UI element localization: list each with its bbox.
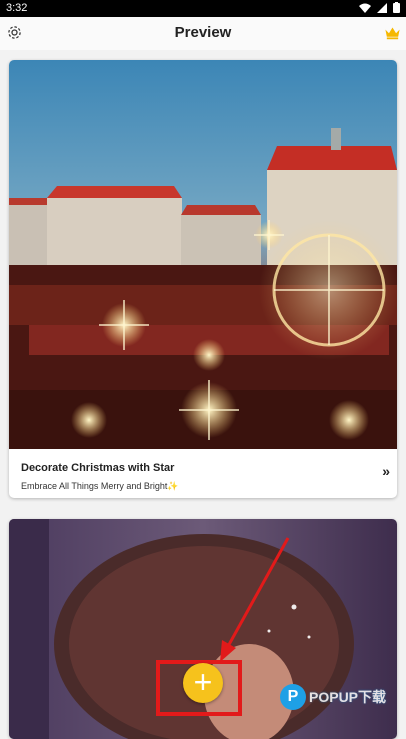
chevron-right-icon[interactable]: »: [382, 463, 390, 479]
signal-icon: [377, 2, 387, 13]
status-icons: [359, 2, 400, 13]
template-card[interactable]: Decorate Christmas with Star Embrace All…: [9, 60, 397, 498]
watermark-logo-icon: P: [280, 684, 306, 710]
card-subtitle: Embrace All Things Merry and Bright✨: [21, 481, 179, 491]
add-button[interactable]: +: [183, 663, 223, 703]
page-title: Preview: [174, 24, 232, 41]
christmas-market-image: [9, 60, 397, 449]
crown-icon[interactable]: [384, 25, 401, 40]
app-bar: Preview: [0, 17, 406, 50]
watermark: P POPUP下载: [280, 684, 386, 710]
battery-icon: [393, 2, 400, 13]
card-title: Decorate Christmas with Star: [21, 462, 175, 474]
wifi-icon: [359, 3, 371, 13]
status-bar: 3:32: [0, 0, 406, 17]
status-time: 3:32: [6, 2, 28, 14]
watermark-text: POPUP下载: [309, 689, 387, 705]
